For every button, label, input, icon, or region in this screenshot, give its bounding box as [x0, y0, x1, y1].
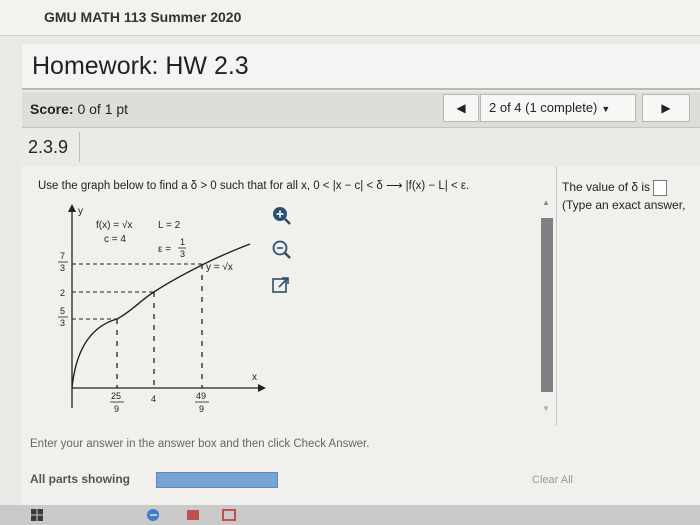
taskbar	[0, 505, 700, 525]
score-bar: Score: 0 of 1 pt ◀ 2 of 4 (1 complete) ▼ …	[22, 92, 700, 128]
windows-start-icon[interactable]	[30, 508, 44, 522]
parts-showing-label: All parts showing	[30, 472, 131, 486]
x-tick-left-num: 25	[111, 391, 121, 401]
graph: y x f(x) = √x L = 2 c = 4 ε = 1 3 y = √x…	[58, 204, 266, 414]
y-tick-lower-den: 3	[60, 318, 65, 328]
homework-title: Homework: HW 2.3	[32, 52, 249, 80]
question-number-bar: 2.3.9	[22, 128, 700, 166]
y-axis-arrow	[68, 204, 76, 212]
curve-label: y = √x	[206, 261, 233, 273]
question-progress-text: 2 of 4 (1 complete)	[489, 100, 598, 115]
next-question-button[interactable]: ▶	[642, 94, 690, 122]
question-progress-dropdown[interactable]: 2 of 4 (1 complete) ▼	[480, 94, 636, 122]
y-tick-lower-num: 5	[60, 306, 65, 316]
y-tick-upper-num: 7	[60, 251, 65, 261]
x-tick-left-den: 9	[114, 404, 119, 414]
question-content: Use the graph below to find a δ > 0 such…	[22, 166, 700, 506]
popout-icon[interactable]	[270, 274, 292, 296]
score-label: Score:	[30, 101, 74, 117]
x-axis-arrow	[258, 384, 266, 392]
limit-label: L = 2	[158, 220, 181, 231]
parts-progress-bar	[156, 472, 278, 488]
caret-down-icon: ▼	[601, 104, 611, 114]
zoom-in-icon[interactable]	[270, 204, 292, 226]
question-number: 2.3.9	[22, 132, 80, 162]
x-tick-right-num: 49	[196, 391, 206, 401]
function-label: f(x) = √x	[96, 219, 132, 231]
answer-divider	[556, 166, 557, 426]
scroll-up-arrow-icon[interactable]: ▲	[539, 196, 553, 210]
edge-browser-icon[interactable]	[146, 508, 160, 522]
course-title: GMU MATH 113 Summer 2020	[44, 9, 242, 25]
score-text: Score: 0 of 1 pt	[30, 101, 128, 117]
enter-answer-message: Enter your answer in the answer box and …	[30, 438, 370, 450]
epsilon-numerator: 1	[180, 237, 185, 247]
clear-all-button[interactable]: Clear All	[532, 474, 573, 486]
triangle-left-icon: ◀	[456, 101, 466, 115]
c-label: c = 4	[104, 234, 126, 245]
course-header: GMU MATH 113 Summer 2020	[0, 0, 700, 36]
previous-question-button[interactable]: ◀	[443, 94, 479, 122]
y-tick-upper-den: 3	[60, 263, 65, 273]
y-tick-middle: 2	[60, 288, 65, 298]
triangle-right-icon: ▶	[661, 101, 671, 115]
homework-header: Homework: HW 2.3	[22, 44, 700, 90]
score-value: 0 of 1 pt	[77, 101, 129, 117]
taskbar-window-icon[interactable]	[222, 508, 236, 522]
epsilon-denominator: 3	[180, 249, 185, 259]
vertical-scrollbar[interactable]: ▲ ▼	[539, 196, 553, 418]
answer-prompt: The value of δ is	[562, 180, 651, 194]
y-axis-label: y	[78, 206, 83, 217]
x-tick-middle: 4	[151, 394, 156, 404]
answer-hint: (Type an exact answer,	[562, 198, 686, 212]
epsilon-label: ε =	[158, 244, 171, 255]
x-tick-right-den: 9	[199, 404, 204, 414]
question-instruction: Use the graph below to find a δ > 0 such…	[38, 180, 470, 192]
delta-answer-input[interactable]	[653, 179, 668, 196]
scroll-down-arrow-icon[interactable]: ▼	[539, 402, 553, 416]
taskbar-app-icon[interactable]	[186, 508, 200, 522]
answer-area: The value of δ is (Type an exact answer,	[562, 178, 700, 214]
scrollbar-thumb[interactable]	[541, 218, 553, 392]
zoom-out-icon[interactable]	[270, 238, 292, 260]
x-axis-label: x	[252, 372, 257, 383]
